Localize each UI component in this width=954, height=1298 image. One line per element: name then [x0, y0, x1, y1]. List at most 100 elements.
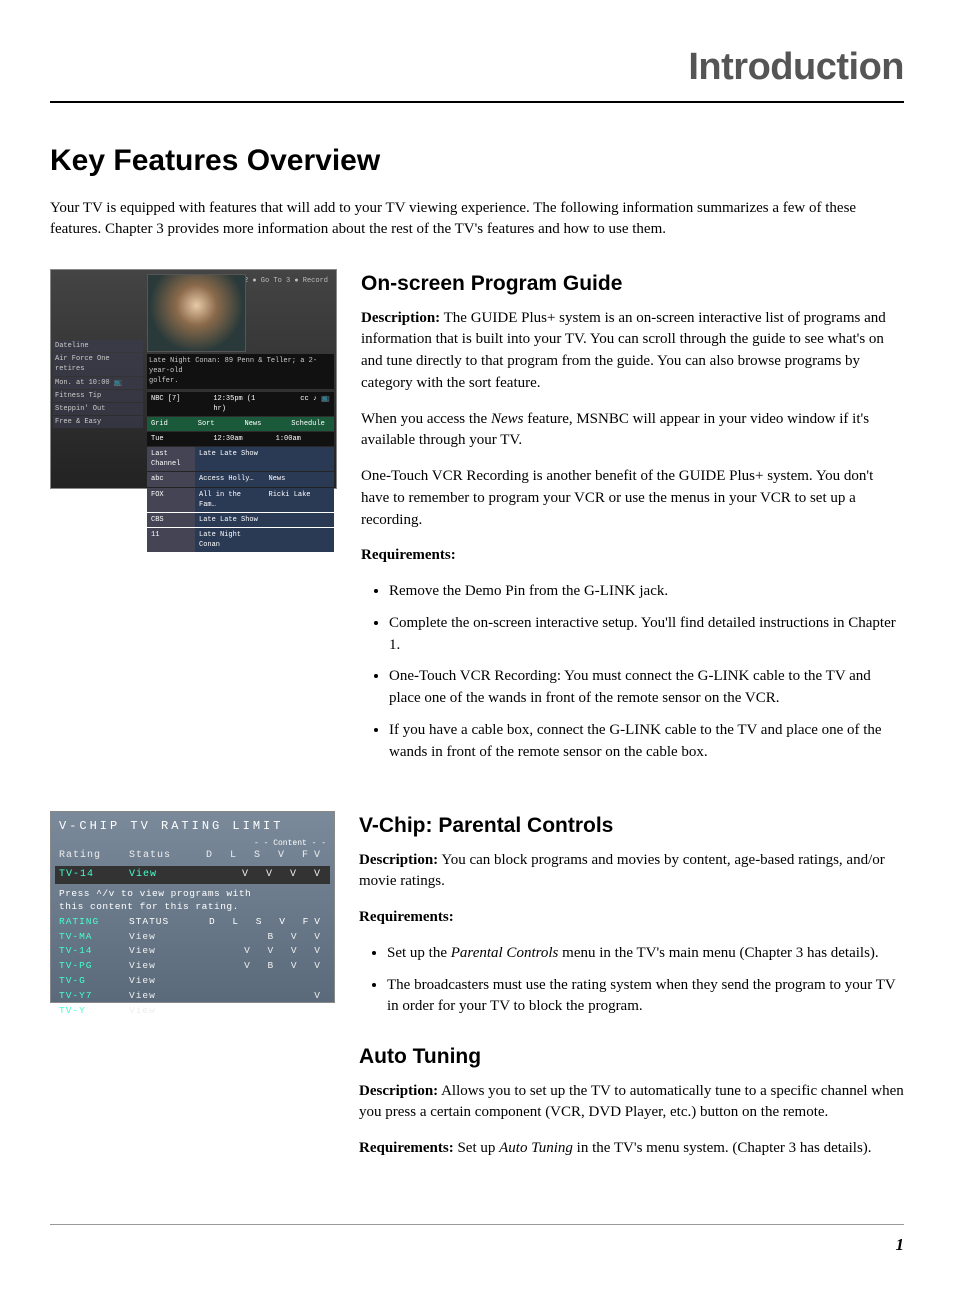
vchip-cell: View [129, 868, 199, 883]
guide-left-item: Fitness Tip [53, 390, 143, 402]
guide-cell: Schedule [287, 417, 334, 431]
text-line: Press ^/v to view programs with [59, 888, 251, 899]
guide-listing-row: Last ChannelLate Late Show [147, 447, 334, 471]
guide-left-panel: Dateline Air Force One retires Mon. at 1… [53, 340, 143, 429]
list-item: Remove the Demo Pin from the G-LINK jack… [389, 581, 904, 603]
vchip-cell: RATING [59, 915, 129, 929]
text-line: this content for this rating. [59, 901, 239, 912]
label-requirements: Requirements: [359, 1140, 454, 1156]
guide-cell: News [265, 472, 335, 486]
label-requirements: Requirements: [359, 909, 454, 925]
guide-news-paragraph: When you access the News feature, MSNBC … [361, 409, 904, 453]
vchip-description: Description: You can block programs and … [359, 850, 904, 894]
vchip-active-row: TV-14 View V V V V [55, 866, 330, 885]
text-italic: Parental Controls [451, 945, 559, 961]
vchip-cell: TV-Y [59, 1004, 129, 1018]
guide-desc-line: golfer. [149, 377, 178, 385]
vchip-header-row: Rating Status D L S V FV [59, 849, 326, 864]
vchip-description-text: You can block programs and movies by con… [359, 852, 885, 890]
label-requirements: Requirements: [361, 547, 456, 563]
guide-listing-row: CBSLate Late Show [147, 513, 334, 527]
vchip-cell: Status [129, 849, 199, 864]
table-row: TV-YView [59, 1004, 326, 1018]
guide-cell: Late Late Show [195, 447, 265, 471]
vchip-requirements-list: Set up the Parental Controls menu in the… [359, 943, 904, 1018]
vchip-cell: View [129, 944, 199, 958]
vchip-cell [199, 1004, 326, 1018]
guide-cell: All in the Fam… [195, 488, 265, 512]
section-heading-guide: On-screen Program Guide [361, 269, 904, 299]
text-fragment: Set up the [387, 945, 451, 961]
guide-tab-row: Grid Sort News Schedule [147, 417, 334, 431]
page-title: Key Features Overview [50, 139, 904, 183]
vchip-cell: Rating [59, 849, 129, 864]
guide-cell: Late Night Conan [195, 528, 265, 552]
guide-preview-image [147, 274, 246, 352]
header-rule [50, 101, 904, 103]
section-heading-auto: Auto Tuning [359, 1042, 904, 1072]
guide-cell [265, 528, 335, 552]
vchip-content-label: - - Content - - [59, 838, 326, 850]
guide-time-row: Tue 12:30am 1:00am [147, 432, 334, 446]
vchip-message: Press ^/v to view programs with this con… [59, 888, 326, 913]
vchip-req-label: Requirements: [359, 907, 904, 929]
guide-cell: Tue [147, 432, 209, 446]
table-row: TV-GView [59, 974, 326, 988]
text-fragment: in the TV's menu system. (Chapter 3 has … [573, 1140, 872, 1156]
list-item: One-Touch VCR Recording: You must connec… [389, 666, 904, 710]
guide-description: Description: The GUIDE Plus+ system is a… [361, 308, 904, 395]
guide-channel-row: NBC [7] 12:35pm (1 hr) cc ♪ 📺 [147, 392, 334, 416]
guide-cell: Last Channel [147, 447, 195, 471]
vchip-cell: D L S V FV [199, 849, 326, 864]
vchip-cell: View [129, 930, 199, 944]
guide-cell: NBC [7] [147, 392, 209, 416]
table-row: TV-14ViewV V V V [59, 944, 326, 958]
vchip-cell: STATUS [129, 915, 199, 929]
vchip-cell: V B V V [199, 959, 326, 973]
list-item: The broadcasters must use the rating sys… [387, 975, 904, 1019]
table-row: TV-Y7View V [59, 989, 326, 1003]
guide-cell: 12:30am [209, 432, 271, 446]
label-description: Description: [361, 310, 440, 326]
guide-cell: Late Late Show [195, 513, 265, 527]
chapter-title: Introduction [50, 40, 904, 95]
guide-vcr-paragraph: One-Touch VCR Recording is another benef… [361, 466, 904, 531]
vchip-table-body: TV-MAView B V V TV-14ViewV V V V TV-PGVi… [59, 930, 326, 1018]
section-guide: 1 ● Watch 2 ● Go To 3 ● Record Dateline … [50, 269, 904, 775]
guide-left-item: Mon. at 10:00 📺 [53, 377, 143, 389]
guide-screenshot: 1 ● Watch 2 ● Go To 3 ● Record Dateline … [50, 269, 337, 489]
guide-cell: News [241, 417, 288, 431]
section-heading-vchip: V-Chip: Parental Controls [359, 811, 904, 841]
guide-cell: 1:00am [272, 432, 334, 446]
vchip-cell: TV-G [59, 974, 129, 988]
vchip-cell: B V V [199, 930, 326, 944]
guide-listing-row: FOXAll in the Fam…Ricki Lake [147, 488, 334, 512]
vchip-cell: View [129, 1004, 199, 1018]
label-description: Description: [359, 852, 438, 868]
guide-left-item: Free & Easy [53, 416, 143, 428]
guide-cell: Sort [194, 417, 241, 431]
vchip-cell: TV-Y7 [59, 989, 129, 1003]
intro-paragraph: Your TV is equipped with features that w… [50, 198, 904, 242]
vchip-cell: View [129, 974, 199, 988]
auto-requirements: Requirements: Set up Auto Tuning in the … [359, 1138, 904, 1160]
guide-cell: Ricki Lake [265, 488, 335, 512]
vchip-cell: V [199, 989, 326, 1003]
list-item: If you have a cable box, connect the G-L… [389, 720, 904, 764]
list-item: Complete the on-screen interactive setup… [389, 613, 904, 657]
table-row: TV-MAView B V V [59, 930, 326, 944]
text-italic: News [491, 411, 524, 427]
auto-description-text: Allows you to set up the TV to automatic… [359, 1083, 904, 1121]
vchip-cell: D L S V FV [199, 915, 326, 929]
auto-description: Description: Allows you to set up the TV… [359, 1081, 904, 1125]
vchip-cell: TV-PG [59, 959, 129, 973]
guide-left-item: Air Force One retires [53, 353, 143, 375]
vchip-table-header: RATING STATUS D L S V FV [59, 915, 326, 929]
vchip-cell: TV-14 [59, 868, 129, 883]
guide-listing-row: 11Late Night Conan [147, 528, 334, 552]
vchip-cell: TV-14 [59, 944, 129, 958]
vchip-cell: V V V V [199, 944, 326, 958]
guide-requirements-list: Remove the Demo Pin from the G-LINK jack… [361, 581, 904, 763]
guide-description-text: The GUIDE Plus+ system is an on-screen i… [361, 310, 886, 391]
vchip-cell: View [129, 959, 199, 973]
